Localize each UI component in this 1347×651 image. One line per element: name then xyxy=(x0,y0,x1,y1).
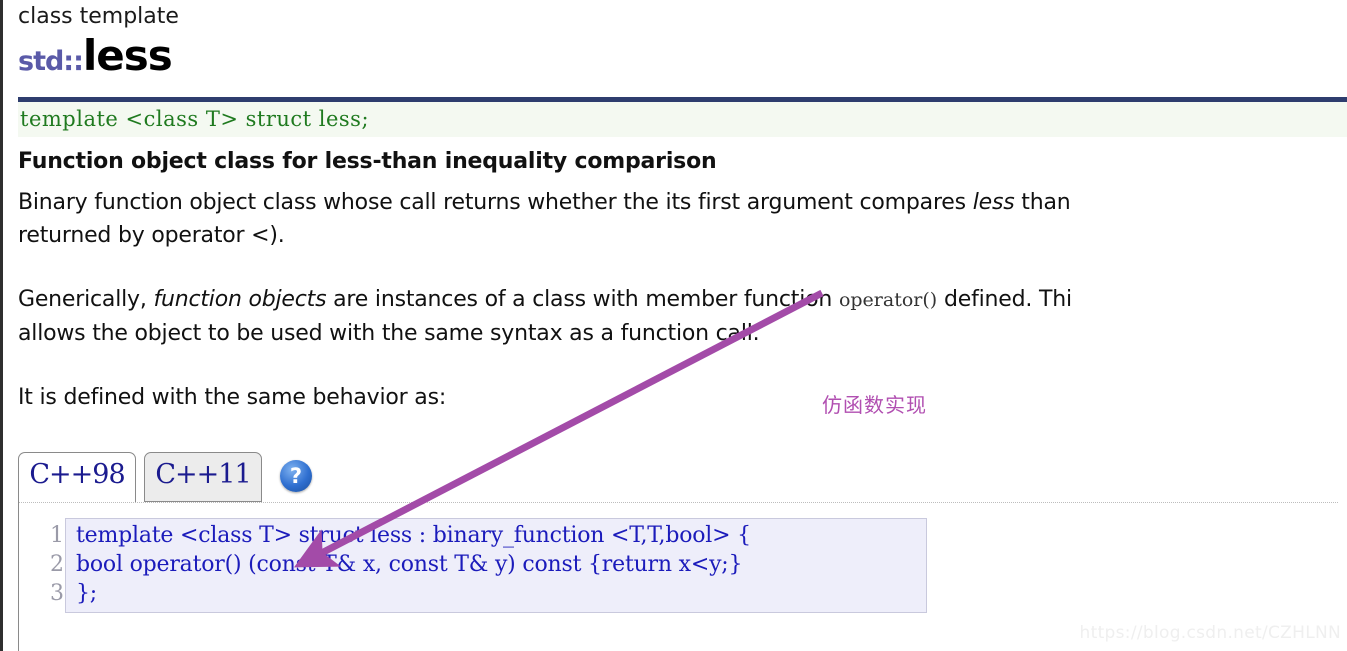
page-title: std::less xyxy=(18,30,1347,91)
code-line-number: 3 xyxy=(50,581,64,606)
generic-paragraph: Generically, function objects are instan… xyxy=(18,283,1347,350)
declaration-signature: template <class T> struct less; xyxy=(18,102,1347,137)
code-line: 3 }; xyxy=(50,579,926,608)
code-line-text: bool operator() (const T& x, const T& y)… xyxy=(76,552,743,577)
left-border-rule xyxy=(0,0,3,651)
defined-as-line: It is defined with the same behavior as: xyxy=(18,385,447,410)
chinese-annotation: 仿函数实现 xyxy=(822,393,927,417)
help-question-icon[interactable]: ? xyxy=(280,460,312,492)
page-title-namespace: std:: xyxy=(18,46,84,77)
code-line-text: }; xyxy=(76,581,98,606)
generic-text-line2: allows the object to be used with the sa… xyxy=(18,321,760,346)
intro-text-a: Binary function object class whose call … xyxy=(18,190,973,215)
code-line-text: template <class T> struct less : binary_… xyxy=(76,523,751,548)
intro-text-line2: returned by operator <). xyxy=(18,223,285,248)
page-title-name: less xyxy=(82,31,173,80)
generic-text-b: are instances of a class with member fun… xyxy=(326,287,839,312)
tab-cpp98[interactable]: C++98 xyxy=(18,452,136,502)
page-eyebrow: class template xyxy=(18,4,179,29)
intro-text-b: than xyxy=(1014,190,1071,215)
intro-text-italic: less xyxy=(972,190,1015,215)
code-line-number: 1 xyxy=(50,523,64,548)
code-line: 1 template <class T> struct less : binar… xyxy=(50,521,926,550)
generic-text-italic: function objects xyxy=(153,287,327,312)
tab-cpp11[interactable]: C++11 xyxy=(144,452,262,502)
code-block[interactable]: 1 template <class T> struct less : binar… xyxy=(50,518,927,613)
page-root: class template std::less template <class… xyxy=(0,0,1347,651)
intro-paragraph: Binary function object class whose call … xyxy=(18,186,1347,252)
generic-text-a: Generically, xyxy=(18,287,154,312)
generic-text-c: defined. Thi xyxy=(937,287,1072,312)
generic-text-mono: operator() xyxy=(838,289,938,311)
code-line-number: 2 xyxy=(50,552,64,577)
code-line: 2 bool operator() (const T& x, const T& … xyxy=(50,550,926,579)
document-content: class template std::less template <class… xyxy=(18,0,1347,414)
watermark-text: https://blog.csdn.net/CZHLNN xyxy=(1079,623,1341,643)
section-heading: Function object class for less-than ineq… xyxy=(18,149,717,174)
